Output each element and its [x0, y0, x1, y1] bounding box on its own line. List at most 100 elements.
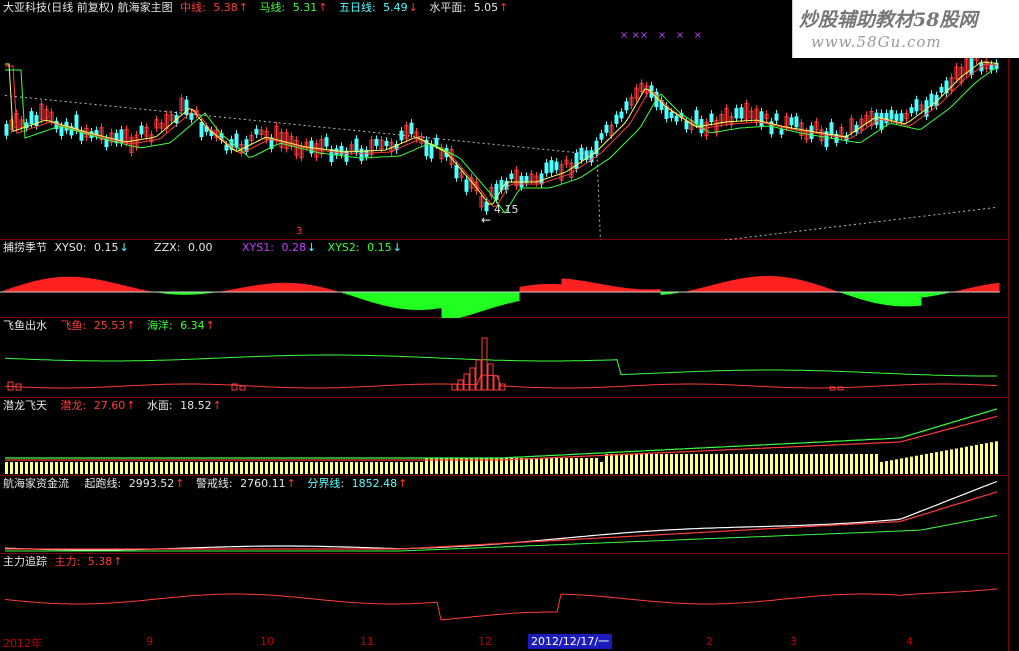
qianlong-bar — [640, 454, 643, 474]
qianlong-bar — [35, 462, 38, 474]
bulao-xys0: XYS0: 0.15↓ — [54, 241, 129, 254]
qianlong-bar — [690, 454, 693, 474]
zhuli-a: 主力: 5.38↑ — [54, 555, 123, 568]
qianlong-bar — [565, 458, 568, 474]
qianlong-bar — [665, 454, 668, 474]
panel-qianlong[interactable]: 潜龙飞天 潜龙: 27.60↑ 水面: 18.52↑ — [0, 398, 1008, 476]
qianlong-bar — [930, 453, 933, 474]
candle-body — [224, 144, 229, 151]
qianlong-bar — [835, 454, 838, 474]
qianlong-bar — [870, 454, 873, 474]
qianlong-bar — [680, 454, 683, 474]
qianlong-bar — [5, 462, 8, 474]
qianlong-bar — [340, 462, 343, 474]
feiyu-bar — [829, 386, 836, 391]
qianlong-bar — [700, 454, 703, 474]
candle-body — [674, 115, 679, 122]
panel-bulao[interactable]: 捕捞季节 XYS0: 0.15↓ ZZX: 0.00 XYS1: 0.28↓ X… — [0, 240, 1008, 318]
bulao-title: 捕捞季节 — [3, 241, 47, 254]
qianlong-bar — [975, 444, 978, 474]
candle-body — [434, 137, 439, 146]
qianlong-bar — [65, 462, 68, 474]
qianlong-bar — [285, 462, 288, 474]
candle-body — [74, 114, 79, 131]
qianlong-bar — [645, 454, 648, 474]
qianlong-bar — [120, 462, 123, 474]
zijinliu-title: 航海家资金流 — [3, 477, 69, 490]
qianlong-bar — [50, 462, 53, 474]
qianlong-bar — [880, 462, 883, 474]
feiyu-bar — [475, 359, 482, 391]
panel-zhuli[interactable]: 主力追踪 主力: 5.38↑ — [0, 554, 1008, 632]
candle-body — [759, 111, 764, 127]
axis-tick: 2 — [706, 635, 713, 648]
bulao-xys2: XYS2: 0.15↓ — [327, 241, 402, 254]
feiyu-bar — [463, 373, 470, 391]
qianlong-bar — [985, 443, 988, 474]
watermark: 炒股辅助教材58股网 www.58Gu.com — [792, 0, 1019, 58]
qianlong-bar — [980, 444, 983, 474]
feiyu-bar — [837, 386, 844, 391]
zijinliu-b: 警戒线: 2760.11↑ — [195, 477, 296, 490]
qianlong-bar — [220, 462, 223, 474]
qianlong-bar — [765, 454, 768, 474]
qianlong-bar — [290, 462, 293, 474]
candle-body — [684, 120, 689, 130]
qianlong-bar — [165, 462, 168, 474]
feiyu-feiyu — [4, 374, 998, 389]
panel-feiyu[interactable]: 飞鱼出水 飞鱼: 25.53↑ 海洋: 6.34↑ — [0, 318, 1008, 398]
qianlong-bar — [270, 462, 273, 474]
qianlong-bar — [965, 446, 968, 474]
qianlong-bar — [935, 452, 938, 474]
qianlong-bar — [855, 454, 858, 474]
qianlong-bar — [900, 458, 903, 474]
qianlong-bar — [940, 451, 943, 474]
qianlong-bar — [225, 462, 228, 474]
qianlong-bar — [575, 458, 578, 474]
feiyu-header: 飞鱼出水 飞鱼: 25.53↑ 海洋: 6.34↑ — [3, 319, 223, 333]
main-header: 大亚科技(日线 前复权) 航海家主图 中线: 5.38↑ 马线: 5.31↑ 五… — [3, 1, 516, 15]
qianlong-bar — [370, 462, 373, 474]
selected-date[interactable]: 2012/12/17/一 — [528, 634, 613, 649]
candle-body — [829, 122, 834, 136]
feiyu-a: 飞鱼: 25.53↑ — [60, 319, 136, 332]
qianlong-bar — [535, 458, 538, 474]
watermark-line1: 炒股辅助教材58股网 — [799, 9, 978, 31]
qianlong-bar — [135, 462, 138, 474]
qianlong-bar — [160, 462, 163, 474]
qianlong-bar — [45, 462, 48, 474]
feiyu-bar — [469, 367, 476, 391]
right-scrollbar[interactable] — [1008, 0, 1019, 651]
qianlong-bar — [110, 462, 113, 474]
candle-body — [509, 173, 514, 180]
qianlong-bar — [215, 462, 218, 474]
qianlong-bar — [625, 454, 628, 474]
qianlong-bar — [90, 462, 93, 474]
qianlong-bar — [595, 458, 598, 474]
qianlong-bar — [990, 442, 993, 474]
qianlong-bar — [85, 462, 88, 474]
axis-tick: 12 — [478, 635, 492, 648]
low-price-arrow: ← — [481, 213, 492, 227]
qianlong-header: 潜龙飞天 潜龙: 27.60↑ 水面: 18.52↑ — [3, 399, 230, 413]
qianlong-bar — [560, 458, 563, 474]
qianlong-bar — [385, 462, 388, 474]
candle-body — [599, 133, 604, 140]
qianlong-bar — [730, 454, 733, 474]
candle-body — [454, 164, 459, 179]
candle-body — [4, 124, 9, 136]
qianlong-bar — [735, 454, 738, 474]
qianlong-bar — [155, 462, 158, 474]
qianlong-bar — [360, 462, 363, 474]
qianlong-bar — [740, 454, 743, 474]
qianlong-bar — [190, 462, 193, 474]
qianlong-bar — [10, 462, 13, 474]
panel-zijinliu[interactable]: 航海家资金流 起跑线: 2993.52↑ 警戒线: 2760.11↑ 分界线: … — [0, 476, 1008, 554]
qianlong-bar — [250, 462, 253, 474]
qianlong-bar — [875, 454, 878, 474]
qianlong-bar — [775, 454, 778, 474]
qianlong-bar — [815, 454, 818, 474]
bulao-header: 捕捞季节 XYS0: 0.15↓ ZZX: 0.00 XYS1: 0.28↓ X… — [3, 241, 410, 255]
qianlong-bar — [960, 447, 963, 474]
candle-body — [739, 107, 744, 119]
